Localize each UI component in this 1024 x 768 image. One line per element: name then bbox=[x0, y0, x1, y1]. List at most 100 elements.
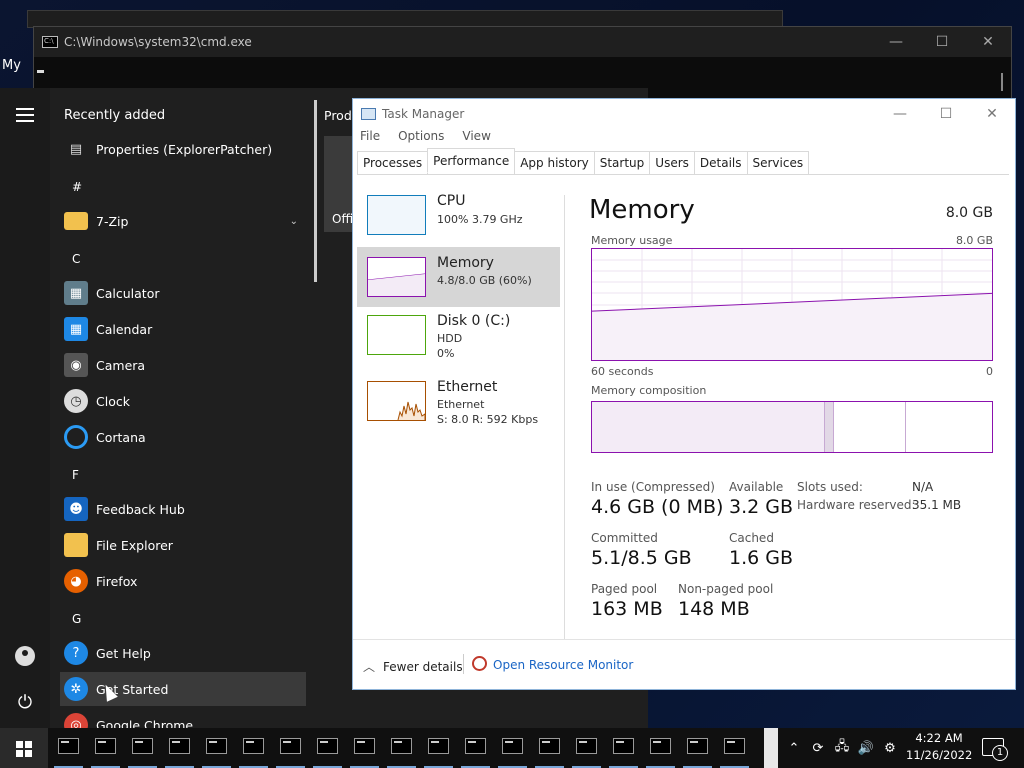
memory-composition-bar[interactable] bbox=[591, 401, 993, 453]
minimize-button[interactable]: — bbox=[877, 106, 923, 122]
sync-icon[interactable]: ⟳ bbox=[806, 741, 830, 756]
taskbar-cmd-button[interactable] bbox=[457, 728, 494, 768]
ethernet-thumbnail bbox=[367, 381, 426, 421]
taskbar-cmd-button[interactable] bbox=[161, 728, 198, 768]
cmd-title: C:\Windows\system32\cmd.exe bbox=[64, 35, 252, 49]
chevron-up-icon[interactable]: ⌃ bbox=[782, 741, 806, 756]
minimize-button[interactable]: — bbox=[873, 34, 919, 50]
taskbar-cmd-button[interactable] bbox=[309, 728, 346, 768]
tab-services[interactable]: Services bbox=[746, 151, 810, 174]
app-item-google-chrome[interactable]: ◎ Google Chrome bbox=[60, 708, 306, 728]
hamburger-icon[interactable] bbox=[16, 108, 34, 122]
start-button[interactable] bbox=[0, 728, 48, 768]
app-item-firefox[interactable]: ◕ Firefox bbox=[60, 564, 306, 598]
app-item-get-help[interactable]: ? Get Help bbox=[60, 636, 306, 670]
taskbar-cmd-button[interactable] bbox=[679, 728, 716, 768]
chevron-down-icon[interactable]: ⌄ bbox=[290, 216, 298, 227]
section-title: Recently added bbox=[64, 108, 166, 123]
taskbar-cmd-button[interactable] bbox=[235, 728, 272, 768]
panel-title: Memory bbox=[589, 195, 695, 225]
paged-pool-label: Paged pool bbox=[591, 582, 658, 596]
taskbar-cmd-button[interactable] bbox=[272, 728, 309, 768]
cmd-icon bbox=[724, 738, 745, 754]
taskbar-cmd-button[interactable] bbox=[568, 728, 605, 768]
sidebar-item-ethernet[interactable]: Ethernet Ethernet S: 8.0 R: 592 Kbps bbox=[357, 379, 560, 439]
tab-details[interactable]: Details bbox=[693, 151, 748, 174]
taskbar-cmd-button[interactable] bbox=[605, 728, 642, 768]
taskbar-cmd-button[interactable] bbox=[87, 728, 124, 768]
panel-divider[interactable] bbox=[564, 195, 565, 639]
taskbar-cmd-button[interactable] bbox=[531, 728, 568, 768]
resource-monitor-icon[interactable] bbox=[472, 656, 487, 671]
cmd-icon bbox=[650, 738, 671, 754]
settings-icon[interactable]: ⚙ bbox=[878, 741, 902, 756]
taskbar-cmd-button[interactable] bbox=[346, 728, 383, 768]
cmd-icon bbox=[317, 738, 338, 754]
task-manager-icon bbox=[361, 108, 376, 120]
menu-file[interactable]: File bbox=[360, 129, 380, 149]
app-label: Properties (ExplorerPatcher) bbox=[96, 141, 273, 157]
fewer-details-button[interactable]: ︿ Fewer details bbox=[363, 658, 463, 675]
task-manager-window[interactable]: Task Manager — ☐ ✕ File Options View Pro… bbox=[352, 98, 1016, 690]
letter-header[interactable]: C bbox=[72, 252, 80, 266]
app-label: Google Chrome bbox=[96, 717, 194, 729]
taskbar-cmd-button[interactable] bbox=[716, 728, 753, 768]
close-button[interactable]: ✕ bbox=[969, 106, 1015, 122]
show-desktop-button[interactable] bbox=[764, 728, 778, 768]
taskbar-cmd-button[interactable] bbox=[642, 728, 679, 768]
app-item-properties[interactable]: ▤ Properties (ExplorerPatcher) bbox=[60, 132, 306, 166]
close-button[interactable]: ✕ bbox=[965, 34, 1011, 50]
camera-icon: ◉ bbox=[64, 353, 88, 377]
clock[interactable]: 4:22 AM 11/26/2022 bbox=[906, 730, 972, 764]
menu-view[interactable]: View bbox=[462, 129, 490, 149]
sidebar-item-disk[interactable]: Disk 0 (C:) HDD 0% bbox=[357, 313, 560, 373]
letter-header[interactable]: G bbox=[72, 612, 81, 626]
app-item-feedback-hub[interactable]: ☻ Feedback Hub bbox=[60, 492, 306, 526]
app-item-cortana[interactable]: Cortana bbox=[60, 420, 306, 454]
app-item-camera[interactable]: ◉ Camera bbox=[60, 348, 306, 382]
menu-options[interactable]: Options bbox=[398, 129, 444, 149]
task-manager-titlebar[interactable]: Task Manager — ☐ ✕ bbox=[353, 99, 1015, 129]
taskbar-cmd-button[interactable] bbox=[198, 728, 235, 768]
volume-icon[interactable]: 🔊 bbox=[854, 741, 878, 756]
tab-processes[interactable]: Processes bbox=[357, 151, 429, 174]
app-label: Firefox bbox=[96, 573, 138, 589]
taskbar-cmd-button[interactable] bbox=[50, 728, 87, 768]
sidebar-item-label: Ethernet bbox=[437, 379, 498, 395]
firefox-icon: ◕ bbox=[64, 569, 88, 593]
tab-performance[interactable]: Performance bbox=[427, 148, 516, 173]
taskbar-cmd-button[interactable] bbox=[124, 728, 161, 768]
sidebar-item-detail: 100% 3.79 GHz bbox=[437, 213, 523, 226]
app-item-calendar[interactable]: ▦ Calendar bbox=[60, 312, 306, 346]
cmd-titlebar[interactable]: C:\ C:\Windows\system32\cmd.exe — ☐ ✕ bbox=[34, 27, 1011, 57]
maximize-button[interactable]: ☐ bbox=[919, 34, 965, 50]
letter-header[interactable]: F bbox=[72, 468, 79, 482]
network-icon[interactable]: 🖧 bbox=[830, 737, 854, 759]
clock-icon: ◷ bbox=[64, 389, 88, 413]
tab-startup[interactable]: Startup bbox=[593, 151, 651, 174]
sidebar-item-memory[interactable]: Memory 4.8/8.0 GB (60%) bbox=[357, 247, 560, 307]
open-resource-monitor-link[interactable]: Open Resource Monitor bbox=[493, 658, 633, 672]
taskbar-cmd-button[interactable] bbox=[420, 728, 457, 768]
power-icon[interactable]: ⏻ bbox=[14, 692, 36, 714]
tab-app-history[interactable]: App history bbox=[514, 151, 595, 174]
desktop-icon-label[interactable]: My bbox=[2, 58, 21, 73]
paged-pool-value: 163 MB bbox=[591, 598, 663, 620]
letter-header[interactable]: # bbox=[72, 180, 82, 194]
tab-users[interactable]: Users bbox=[649, 151, 695, 174]
taskbar-cmd-button[interactable] bbox=[383, 728, 420, 768]
axis-zero-label: 0 bbox=[986, 365, 993, 378]
task-manager-footer: ︿ Fewer details Open Resource Monitor bbox=[353, 639, 1015, 689]
app-item-clock[interactable]: ◷ Clock bbox=[60, 384, 306, 418]
taskbar-cmd-button[interactable] bbox=[494, 728, 531, 768]
user-icon[interactable] bbox=[15, 646, 35, 666]
app-item-calculator[interactable]: ▦ Calculator bbox=[60, 276, 306, 310]
app-item-7zip[interactable]: 7-Zip ⌄ bbox=[60, 204, 306, 238]
scrollbar[interactable] bbox=[314, 100, 317, 282]
maximize-button[interactable]: ☐ bbox=[923, 106, 969, 122]
sidebar-item-cpu[interactable]: CPU 100% 3.79 GHz bbox=[357, 189, 560, 249]
app-item-file-explorer[interactable]: File Explorer bbox=[60, 528, 306, 562]
app-item-get-started[interactable]: ✲ Get Started bbox=[60, 672, 306, 706]
settings-icon: ▤ bbox=[69, 141, 83, 157]
scrollbar[interactable] bbox=[1001, 73, 1003, 91]
